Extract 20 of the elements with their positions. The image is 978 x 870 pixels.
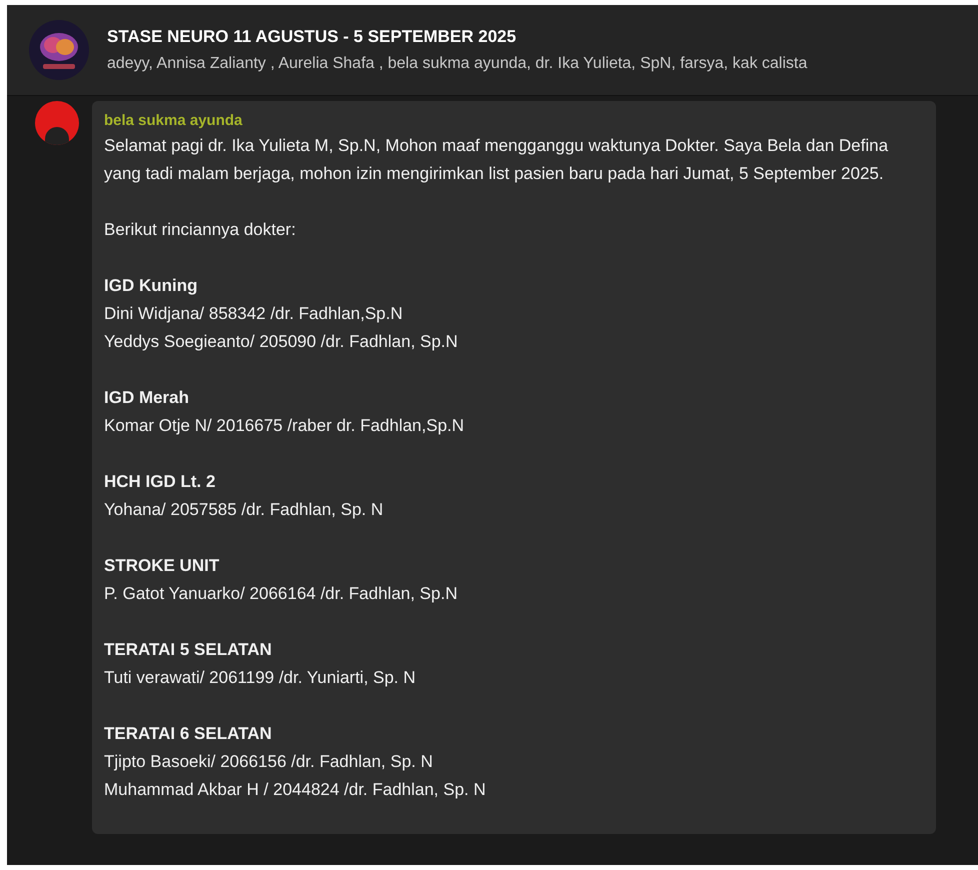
message-text: Berikut rinciannya dokter: bbox=[104, 219, 297, 241]
patient-entry: Muhammad Akbar H / 2044824 /dr. Fadhlan, Sp. N bbox=[104, 779, 487, 801]
group-title: STASE NEURO 11 AGUSTUS - 5 SEPTEMBER 2025 bbox=[107, 26, 518, 48]
patient-entry: P. Gatot Yanuarko/ 2066164 /dr. Fadhlan, Sp.N bbox=[104, 583, 458, 605]
avatar bbox=[35, 101, 79, 145]
patient-entry: Yohana/ 2057585 /dr. Fadhlan, Sp. N bbox=[104, 499, 384, 521]
section-heading: IGD Kuning bbox=[104, 275, 198, 297]
section-heading: HCH IGD Lt. 2 bbox=[104, 471, 216, 493]
patient-entry: Tuti verawati/ 2061199 /dr. Yuniarti, Sp. N bbox=[104, 667, 417, 689]
member-list: adeyy, Annisa Zalianty , Aurelia Shafa , bela sukma ayunda, dr. Ika Yulieta, SpN, farsya, kak calista bbox=[107, 52, 808, 76]
patient-entry: Tjipto Basoeki/ 2066156 /dr. Fadhlan, Sp. N bbox=[104, 751, 434, 773]
section-heading: TERATAI 6 SELATAN bbox=[104, 723, 273, 745]
patient-entry: Dini Widjana/ 858342 /dr. Fadhlan,Sp.N bbox=[104, 303, 404, 325]
patient-entry: Komar Otje N/ 2016675 /raber dr. Fadhlan,Sp.N bbox=[104, 415, 466, 437]
patient-entry: Yeddys Soegieanto/ 205090 /dr. Fadhlan, Sp.N bbox=[104, 331, 459, 353]
section-heading: STROKE UNIT bbox=[104, 555, 220, 577]
message-text: Selamat pagi dr. Ika Yulieta M, Sp.N, Mohon maaf mengganggu waktunya Dokter. Saya Bela dan Defina yang tadi malam berjaga, mohon izin mengirimkan list pasien baru pada hari Jumat, 5 September 2025. bbox=[104, 135, 890, 185]
section-heading: TERATAI 5 SELATAN bbox=[104, 639, 273, 661]
sender-name: bela sukma ayunda bbox=[104, 111, 244, 131]
section-heading: IGD Merah bbox=[104, 387, 190, 409]
